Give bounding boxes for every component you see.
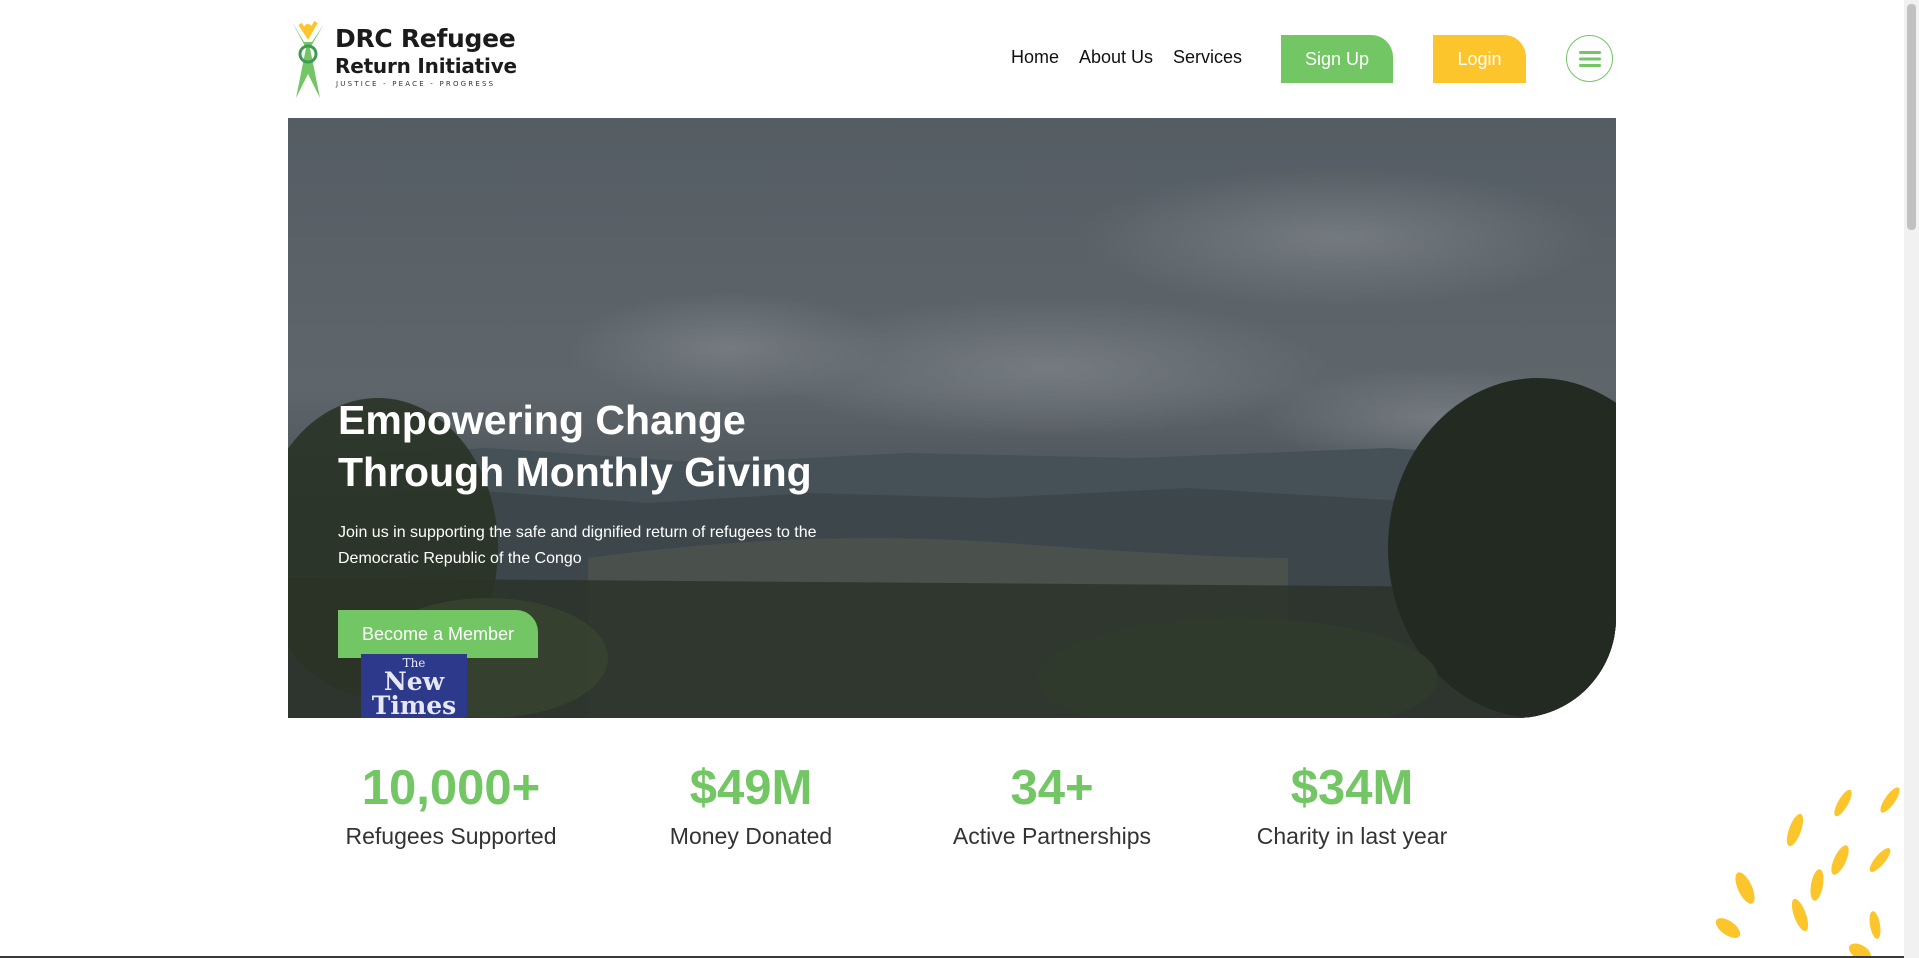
vertical-scrollbar[interactable] [1904, 0, 1919, 958]
stat-value: 34+ [1010, 761, 1094, 815]
site-header: DRC Refugee Return Initiative JUSTICE - … [288, 0, 1616, 118]
stat-value: $34M [1290, 761, 1414, 815]
newspaper-image: The New Times [361, 654, 467, 718]
brand-subtitle: Return Initiative [335, 54, 517, 78]
stat-value: 10,000+ [361, 761, 541, 815]
sign-up-button[interactable]: Sign Up [1281, 35, 1393, 83]
nav-services-link[interactable]: Services [1173, 47, 1242, 68]
stat-value: $49M [689, 761, 813, 815]
stat-item: $49M Money Donated [601, 758, 901, 854]
hamburger-menu-icon [1578, 50, 1601, 67]
newspaper-name-text: New Times [371, 667, 457, 718]
decorative-petals-icon [1715, 787, 1900, 958]
stat-label: Refugees Supported [345, 823, 557, 849]
hero-description: Join us in supporting the safe and digni… [338, 524, 817, 567]
stat-label: Charity in last year [1256, 823, 1448, 849]
stat-item: 10,000+ Refugees Supported [301, 758, 601, 854]
page: DRC Refugee Return Initiative JUSTICE - … [0, 0, 1904, 958]
become-member-button[interactable]: Become a Member [338, 610, 538, 658]
brand-logo[interactable]: DRC Refugee Return Initiative JUSTICE - … [288, 18, 517, 100]
stat-item: 34+ Active Partnerships [902, 758, 1202, 854]
scrollbar-thumb[interactable] [1907, 4, 1916, 230]
brand-title: DRC Refugee [335, 24, 516, 53]
brand-tagline: JUSTICE - PEACE - PROGRESS [336, 80, 496, 88]
login-button[interactable]: Login [1433, 35, 1526, 83]
menu-button[interactable] [1566, 35, 1613, 82]
hero-title: Empowering Change Through Monthly Giving [338, 394, 898, 498]
nav-home-link[interactable]: Home [1011, 47, 1059, 68]
hero-banner: Empowering Change Through Monthly Giving… [288, 118, 1616, 718]
stat-label: Money Donated [669, 823, 833, 849]
hero-title-line-1: Empowering Change [338, 397, 746, 443]
stat-item: $34M Charity in last year [1202, 758, 1502, 854]
stat-label: Active Partnerships [952, 823, 1152, 849]
hero-title-line-2: Through Monthly Giving [338, 449, 812, 495]
stats-section: 10,000+ Refugees Supported $49M Money Do… [288, 758, 1616, 858]
nav-about-link[interactable]: About Us [1079, 47, 1153, 68]
logo-figure-icon [292, 21, 324, 98]
